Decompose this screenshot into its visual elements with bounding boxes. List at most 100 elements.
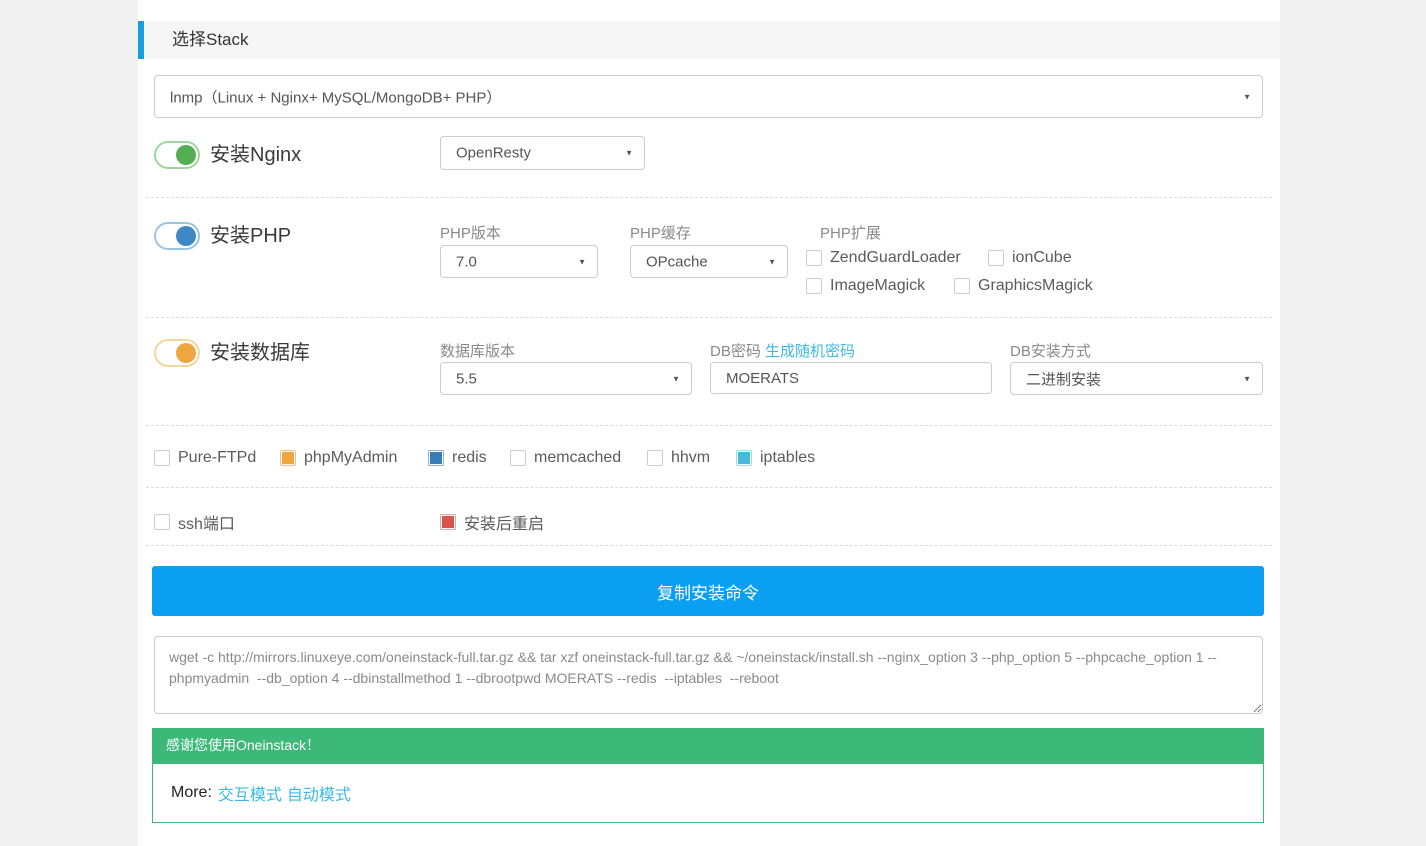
generate-random-password-link[interactable]: 生成随机密码 (765, 343, 855, 360)
checkbox-fill (649, 452, 661, 464)
checkbox-fill (156, 516, 168, 528)
checkbox-label: iptables (760, 449, 815, 467)
php-version-select[interactable]: 7.0 ▼ (440, 245, 598, 278)
more-label: More: (171, 784, 212, 802)
php-cache-value: OPcache (646, 253, 708, 270)
php-version-value: 7.0 (456, 253, 477, 270)
php-cache-select[interactable]: OPcache ▼ (630, 245, 788, 278)
interactive-mode-link[interactable]: 交互模式 (218, 781, 282, 805)
checkbox-box (154, 450, 170, 466)
checkbox-phpmyadmin[interactable]: phpMyAdmin (280, 449, 397, 467)
page-background: 选择Stack lnmp（Linux + Nginx+ MySQL/MongoD… (0, 0, 1426, 846)
checkbox-graphicsmagick[interactable]: GraphicsMagick (954, 277, 1093, 295)
checkbox-label: hhvm (671, 449, 710, 467)
checkbox-redis[interactable]: redis (428, 449, 487, 467)
stack-select-value: lnmp（Linux + Nginx+ MySQL/MongoDB+ PHP） (170, 86, 501, 107)
checkbox-fill (442, 516, 454, 528)
dropdown-arrow-icon: ▼ (625, 149, 633, 158)
checkbox-box (736, 450, 752, 466)
checkbox-memcached[interactable]: memcached (510, 449, 621, 467)
checkbox-label: redis (452, 449, 487, 467)
checkbox-fill (956, 280, 968, 292)
dropdown-arrow-icon: ▼ (1243, 374, 1251, 383)
checkbox-fill (512, 452, 524, 464)
checkbox-zendguardloader[interactable]: ZendGuardLoader (806, 249, 961, 267)
db-version-label: 数据库版本 (440, 340, 515, 361)
php-ext-label: PHP扩展 (820, 222, 881, 243)
checkbox-label: ImageMagick (830, 277, 925, 295)
checkbox-fill (738, 452, 750, 464)
checkbox-label: ssh端口 (178, 510, 235, 534)
copy-install-command-button[interactable]: 复制安装命令 (152, 566, 1264, 616)
checkbox-box (510, 450, 526, 466)
php-version-label: PHP版本 (440, 222, 501, 243)
stack-select[interactable]: lnmp（Linux + Nginx+ MySQL/MongoDB+ PHP） … (154, 75, 1263, 118)
more-panel: More: 交互模式 自动模式 (152, 763, 1264, 823)
db-password-label-text: DB密码 (710, 343, 761, 360)
checkbox-fill (282, 452, 294, 464)
page-title: 选择Stack (172, 21, 249, 59)
checkbox-label: 安装后重启 (464, 510, 544, 534)
nginx-toggle[interactable] (154, 141, 200, 169)
php-toggle[interactable] (154, 222, 200, 250)
checkbox-box (954, 278, 970, 294)
php-cache-label: PHP缓存 (630, 222, 691, 243)
checkbox-imagemagick[interactable]: ImageMagick (806, 277, 925, 295)
section-divider (146, 197, 1272, 198)
checkbox-fill (808, 280, 820, 292)
checkbox-hhvm[interactable]: hhvm (647, 449, 710, 467)
db-version-value: 5.5 (456, 370, 477, 387)
checkbox-reboot-after-install[interactable]: 安装后重启 (440, 510, 544, 534)
php-toggle-label: 安装PHP (210, 222, 291, 250)
checkbox-ioncube[interactable]: ionCube (988, 249, 1072, 267)
checkbox-label: phpMyAdmin (304, 449, 397, 467)
section-header-accent (138, 21, 144, 59)
section-divider (146, 487, 1272, 488)
section-divider (146, 425, 1272, 426)
checkbox-box (280, 450, 296, 466)
dropdown-arrow-icon: ▼ (768, 257, 776, 266)
php-toggle-knob (176, 226, 196, 246)
section-divider (146, 545, 1272, 546)
checkbox-box (428, 450, 444, 466)
checkbox-fill (156, 452, 168, 464)
checkbox-label: ZendGuardLoader (830, 249, 961, 267)
auto-mode-link[interactable]: 自动模式 (287, 781, 351, 805)
checkbox-fill (808, 252, 820, 264)
checkbox-box (806, 250, 822, 266)
thanks-banner: 感谢您使用Oneinstack！ (152, 728, 1264, 763)
installer-card: 选择Stack lnmp（Linux + Nginx+ MySQL/MongoD… (138, 0, 1280, 846)
nginx-version-value: OpenResty (456, 145, 531, 162)
install-command-textarea[interactable]: wget -c http://mirrors.linuxeye.com/onei… (154, 636, 1263, 714)
db-method-value: 二进制安装 (1026, 368, 1101, 389)
section-divider (146, 317, 1272, 318)
checkbox-label: Pure-FTPd (178, 449, 256, 467)
checkbox-label: ionCube (1012, 249, 1072, 267)
checkbox-label: GraphicsMagick (978, 277, 1093, 295)
db-version-select[interactable]: 5.5 ▼ (440, 362, 692, 395)
checkbox-ssh-port[interactable]: ssh端口 (154, 510, 235, 534)
checkbox-pure-ftpd[interactable]: Pure-FTPd (154, 449, 256, 467)
db-toggle-label: 安装数据库 (210, 339, 310, 367)
checkbox-iptables[interactable]: iptables (736, 449, 815, 467)
section-header-band (138, 21, 1280, 59)
checkbox-fill (990, 252, 1002, 264)
nginx-toggle-label: 安装Nginx (210, 141, 301, 169)
checkbox-label: memcached (534, 449, 621, 467)
nginx-version-select[interactable]: OpenResty ▼ (440, 136, 645, 170)
checkbox-box (988, 250, 1004, 266)
db-toggle-knob (176, 343, 196, 363)
nginx-toggle-knob (176, 145, 196, 165)
checkbox-box (154, 514, 170, 530)
db-method-select[interactable]: 二进制安装 ▼ (1010, 362, 1263, 395)
checkbox-box (806, 278, 822, 294)
dropdown-arrow-icon: ▼ (1243, 92, 1251, 101)
checkbox-fill (430, 452, 442, 464)
dropdown-arrow-icon: ▼ (578, 257, 586, 266)
db-password-input[interactable] (710, 362, 992, 394)
dropdown-arrow-icon: ▼ (672, 374, 680, 383)
db-password-label: DB密码 生成随机密码 (710, 340, 855, 361)
checkbox-box (647, 450, 663, 466)
db-toggle[interactable] (154, 339, 200, 367)
db-method-label: DB安装方式 (1010, 340, 1091, 361)
